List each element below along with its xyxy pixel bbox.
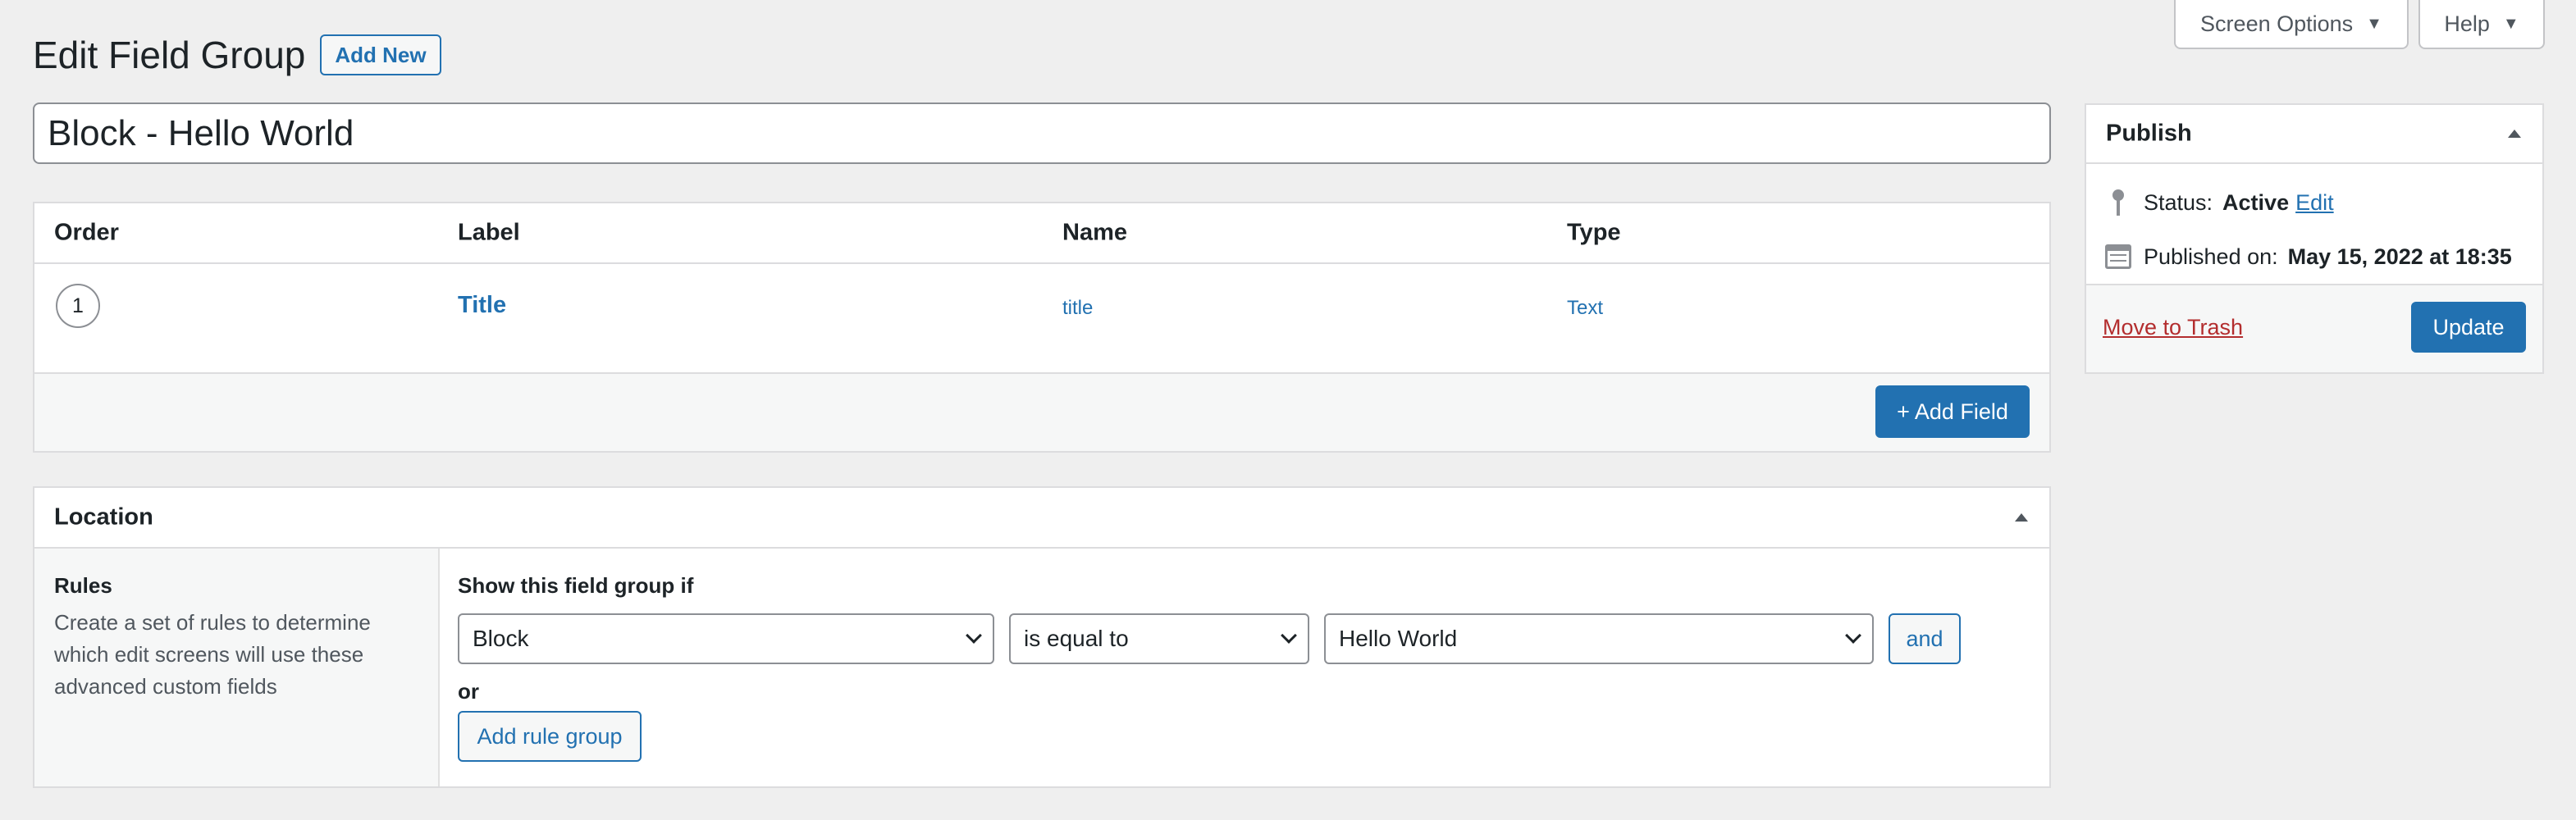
add-new-button[interactable]: Add New xyxy=(320,34,441,75)
status-line: Status: Active Edit xyxy=(2086,175,2542,230)
rules-title: Rules xyxy=(54,573,112,598)
published-label: Published on: xyxy=(2144,244,2278,269)
fields-table-footer: + Add Field xyxy=(34,372,2049,451)
field-order-badge[interactable]: 1 xyxy=(56,284,100,328)
field-label-link[interactable]: Title xyxy=(458,292,506,319)
pin-icon xyxy=(2103,188,2134,217)
publish-panel: Publish Status: Active Edit Published on… xyxy=(2085,103,2544,374)
publish-actions: Move to Trash Update xyxy=(2086,285,2542,372)
screen-options-label: Screen Options xyxy=(2200,11,2354,36)
chevron-down-icon xyxy=(1845,627,1861,644)
column-header-order: Order xyxy=(54,219,119,246)
location-panel-header[interactable]: Location xyxy=(34,488,2049,549)
field-group-title-input[interactable]: Block - Hello World xyxy=(33,102,2051,164)
column-header-label: Label xyxy=(458,219,520,246)
status-label: Status: xyxy=(2144,189,2213,215)
and-button[interactable]: and xyxy=(1889,613,1961,664)
rules-editor: Show this field group if Block is equal … xyxy=(440,549,2049,786)
rule-row: Block is equal to Hello World and xyxy=(458,613,2031,664)
caret-down-icon: ▼ xyxy=(2366,14,2382,33)
status-value: Active xyxy=(2222,189,2290,215)
help-label: Help xyxy=(2444,11,2490,36)
screen-options-button[interactable]: Screen Options ▼ xyxy=(2174,0,2409,49)
rule-operator-select[interactable]: is equal to xyxy=(1009,613,1309,664)
table-row: 1 Title title Text xyxy=(34,264,2049,372)
column-header-type: Type xyxy=(1567,219,1621,246)
or-label: or xyxy=(458,679,479,704)
rule-value-select[interactable]: Hello World xyxy=(1324,613,1874,664)
published-line: Published on: May 15, 2022 at 18:35 xyxy=(2086,230,2542,284)
caret-down-icon: ▼ xyxy=(2502,14,2519,33)
move-to-trash-link[interactable]: Move to Trash xyxy=(2103,315,2243,340)
page-title: Edit Field Group xyxy=(33,34,306,76)
rules-description: Create a set of rules to determine which… xyxy=(54,610,371,699)
collapse-arrow-icon[interactable] xyxy=(2015,513,2028,522)
fields-table-header: Order Label Name Type xyxy=(34,203,2049,264)
status-edit-link[interactable]: Edit xyxy=(2295,190,2334,216)
publish-title: Publish xyxy=(2106,120,2192,147)
location-panel: Location Rules Create a set of rules to … xyxy=(33,486,2051,788)
rule-param-value: Block xyxy=(473,626,529,651)
chevron-down-icon xyxy=(1281,627,1297,644)
rules-column: Rules Create a set of rules to determine… xyxy=(34,549,440,786)
update-button[interactable]: Update xyxy=(2411,302,2526,353)
rule-value-value: Hello World xyxy=(1339,626,1458,651)
chevron-down-icon xyxy=(966,627,982,644)
show-if-label: Show this field group if xyxy=(458,573,694,598)
location-title: Location xyxy=(54,503,153,531)
published-date: May 15, 2022 at 18:35 xyxy=(2287,244,2512,269)
add-rule-group-button[interactable]: Add rule group xyxy=(458,711,642,762)
field-name-link[interactable]: title xyxy=(1062,297,1093,320)
page-heading: Edit Field Group Add New xyxy=(33,33,441,77)
rule-param-select[interactable]: Block xyxy=(458,613,994,664)
publish-panel-header[interactable]: Publish xyxy=(2086,105,2542,164)
column-header-name: Name xyxy=(1062,219,1127,246)
rule-operator-value: is equal to xyxy=(1024,626,1129,651)
collapse-arrow-icon[interactable] xyxy=(2508,130,2521,138)
add-field-button[interactable]: + Add Field xyxy=(1875,385,2030,438)
fields-table: Order Label Name Type 1 Title title Text… xyxy=(33,202,2051,453)
field-type-link[interactable]: Text xyxy=(1567,297,1603,320)
calendar-icon xyxy=(2103,244,2134,269)
help-button[interactable]: Help ▼ xyxy=(2418,0,2545,49)
